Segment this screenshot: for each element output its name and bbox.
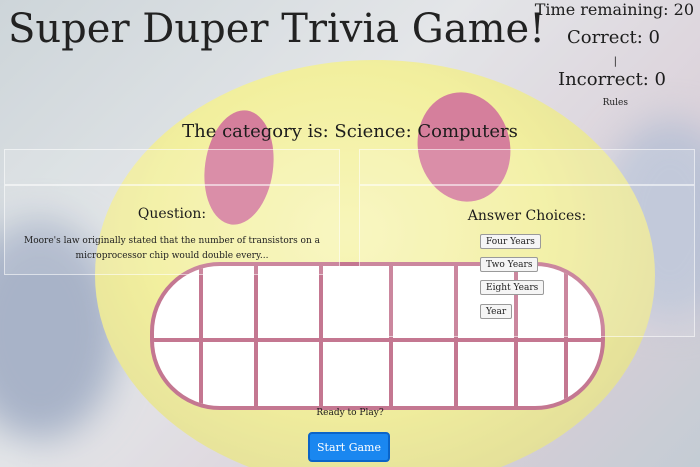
answer-header-panel — [359, 149, 695, 185]
question-header-panel — [4, 149, 340, 185]
question-heading: Question: — [137, 206, 207, 222]
score-separator: | — [613, 56, 617, 67]
ready-prompt: Ready to Play? — [316, 408, 384, 418]
page-title: Super Duper Trivia Game! — [8, 6, 546, 52]
incorrect-count: Incorrect: 0 — [557, 69, 666, 90]
time-remaining: Time remaining: 20 — [534, 0, 694, 19]
rules-link[interactable]: Rules — [603, 98, 628, 108]
answer-choice-button[interactable]: Eight Years — [480, 280, 545, 295]
question-text: Moore's law originally stated that the n… — [23, 236, 320, 261]
correct-count: Correct: 0 — [566, 27, 660, 48]
start-game-button[interactable]: Start Game — [308, 432, 390, 462]
answer-choice-button[interactable]: Four Years — [480, 234, 541, 249]
answer-choice-button[interactable]: Year — [480, 304, 513, 319]
category-heading: The category is: Science: Computers — [182, 121, 518, 142]
answer-choice-button[interactable]: Two Years — [480, 257, 539, 272]
answer-choices-heading: Answer Choices: — [467, 208, 587, 224]
